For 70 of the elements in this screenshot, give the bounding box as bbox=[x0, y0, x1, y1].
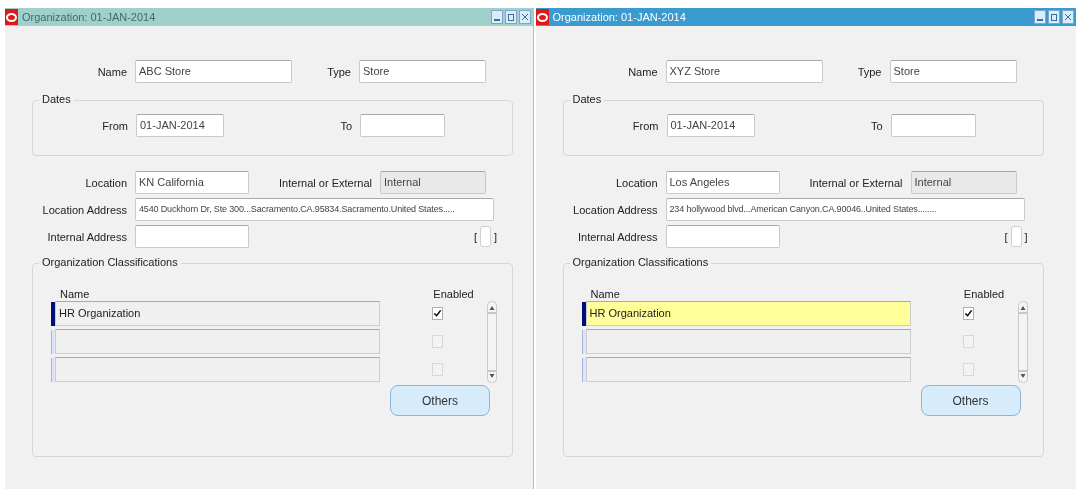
minimize-button[interactable] bbox=[490, 10, 503, 24]
location-address-field[interactable]: 4540 Duckhorn Dr, Ste 300...Sacramento.CA.95834.Sacramento.United States..... bbox=[135, 198, 494, 221]
maximize-button[interactable] bbox=[1048, 10, 1060, 24]
enabled-checkbox[interactable] bbox=[962, 307, 974, 320]
field-label: To bbox=[869, 119, 884, 132]
app-icon bbox=[535, 9, 549, 25]
enabled-checkbox[interactable] bbox=[432, 363, 443, 376]
internal-address-field[interactable] bbox=[665, 225, 780, 248]
field-label: Internal or External bbox=[808, 176, 904, 189]
enabled-checkbox[interactable] bbox=[432, 335, 443, 348]
app-icon bbox=[5, 9, 18, 25]
bracket: ] bbox=[494, 230, 498, 243]
field-label: Type bbox=[856, 65, 883, 78]
location-field[interactable]: KN California bbox=[135, 171, 249, 194]
field-label: Name bbox=[627, 65, 659, 78]
column-header: Name bbox=[59, 288, 91, 300]
column-header: Enabled bbox=[432, 288, 475, 300]
column-header: Name bbox=[589, 288, 621, 300]
group-title: Dates bbox=[39, 93, 74, 105]
window-title: Organization: 01-JAN-2014 bbox=[551, 11, 687, 23]
scrollbar[interactable] bbox=[487, 301, 497, 383]
context-field[interactable] bbox=[1010, 226, 1022, 247]
others-button[interactable]: Others bbox=[920, 385, 1021, 416]
close-button[interactable] bbox=[1062, 10, 1074, 24]
classification-name-field[interactable] bbox=[585, 329, 911, 354]
name-field[interactable]: ABC Store bbox=[135, 60, 292, 83]
field-label: From bbox=[101, 119, 129, 132]
location-field[interactable]: Los Angeles bbox=[665, 171, 780, 194]
group-title: Organization Classifications bbox=[39, 256, 181, 268]
context-field[interactable] bbox=[480, 226, 492, 247]
name-field[interactable]: XYZ Store bbox=[665, 60, 823, 83]
type-field[interactable]: Store bbox=[359, 60, 486, 83]
bracket: [ bbox=[474, 230, 478, 243]
group-title: Dates bbox=[569, 93, 605, 105]
field-label: Location bbox=[84, 176, 128, 189]
field-label: Name bbox=[96, 65, 128, 78]
classification-name-field[interactable] bbox=[55, 357, 380, 382]
classification-name-field[interactable] bbox=[585, 357, 911, 382]
group-title: Organization Classifications bbox=[569, 256, 712, 268]
column-header: Enabled bbox=[962, 288, 1006, 300]
field-label: Location Address bbox=[41, 203, 128, 216]
enabled-checkbox[interactable] bbox=[962, 363, 974, 376]
internal-address-field[interactable] bbox=[135, 225, 249, 248]
minimize-button[interactable] bbox=[1034, 10, 1046, 24]
enabled-checkbox[interactable] bbox=[432, 307, 443, 320]
bracket: ] bbox=[1024, 230, 1028, 243]
others-button[interactable]: Others bbox=[390, 385, 490, 416]
field-label: From bbox=[631, 119, 660, 132]
field-label: Internal or External bbox=[278, 176, 373, 189]
to-date-field[interactable] bbox=[360, 114, 445, 137]
scrollbar[interactable] bbox=[1017, 301, 1028, 383]
field-label: Location bbox=[614, 176, 659, 189]
to-date-field[interactable] bbox=[890, 114, 976, 137]
classification-name-field[interactable] bbox=[55, 329, 380, 354]
classification-name-field[interactable]: HR Organization bbox=[585, 301, 911, 326]
field-label: Internal Address bbox=[577, 230, 659, 243]
window-title: Organization: 01-JAN-2014 bbox=[21, 11, 157, 23]
close-button[interactable] bbox=[518, 10, 531, 24]
enabled-checkbox[interactable] bbox=[962, 335, 974, 348]
maximize-button[interactable] bbox=[504, 10, 517, 24]
field-label: Internal Address bbox=[46, 230, 128, 243]
from-date-field[interactable]: 01-JAN-2014 bbox=[666, 114, 755, 137]
field-label: Type bbox=[326, 65, 352, 78]
bracket: [ bbox=[1004, 230, 1008, 243]
type-field[interactable]: Store bbox=[889, 60, 1017, 83]
field-label: Location Address bbox=[572, 203, 659, 216]
location-address-field[interactable]: 234 hollywood blvd...American Canyon.CA.90046..United States........ bbox=[665, 198, 1025, 221]
from-date-field[interactable]: 01-JAN-2014 bbox=[136, 114, 224, 137]
field-label: To bbox=[339, 119, 353, 132]
classification-name-field[interactable]: HR Organization bbox=[55, 301, 380, 326]
